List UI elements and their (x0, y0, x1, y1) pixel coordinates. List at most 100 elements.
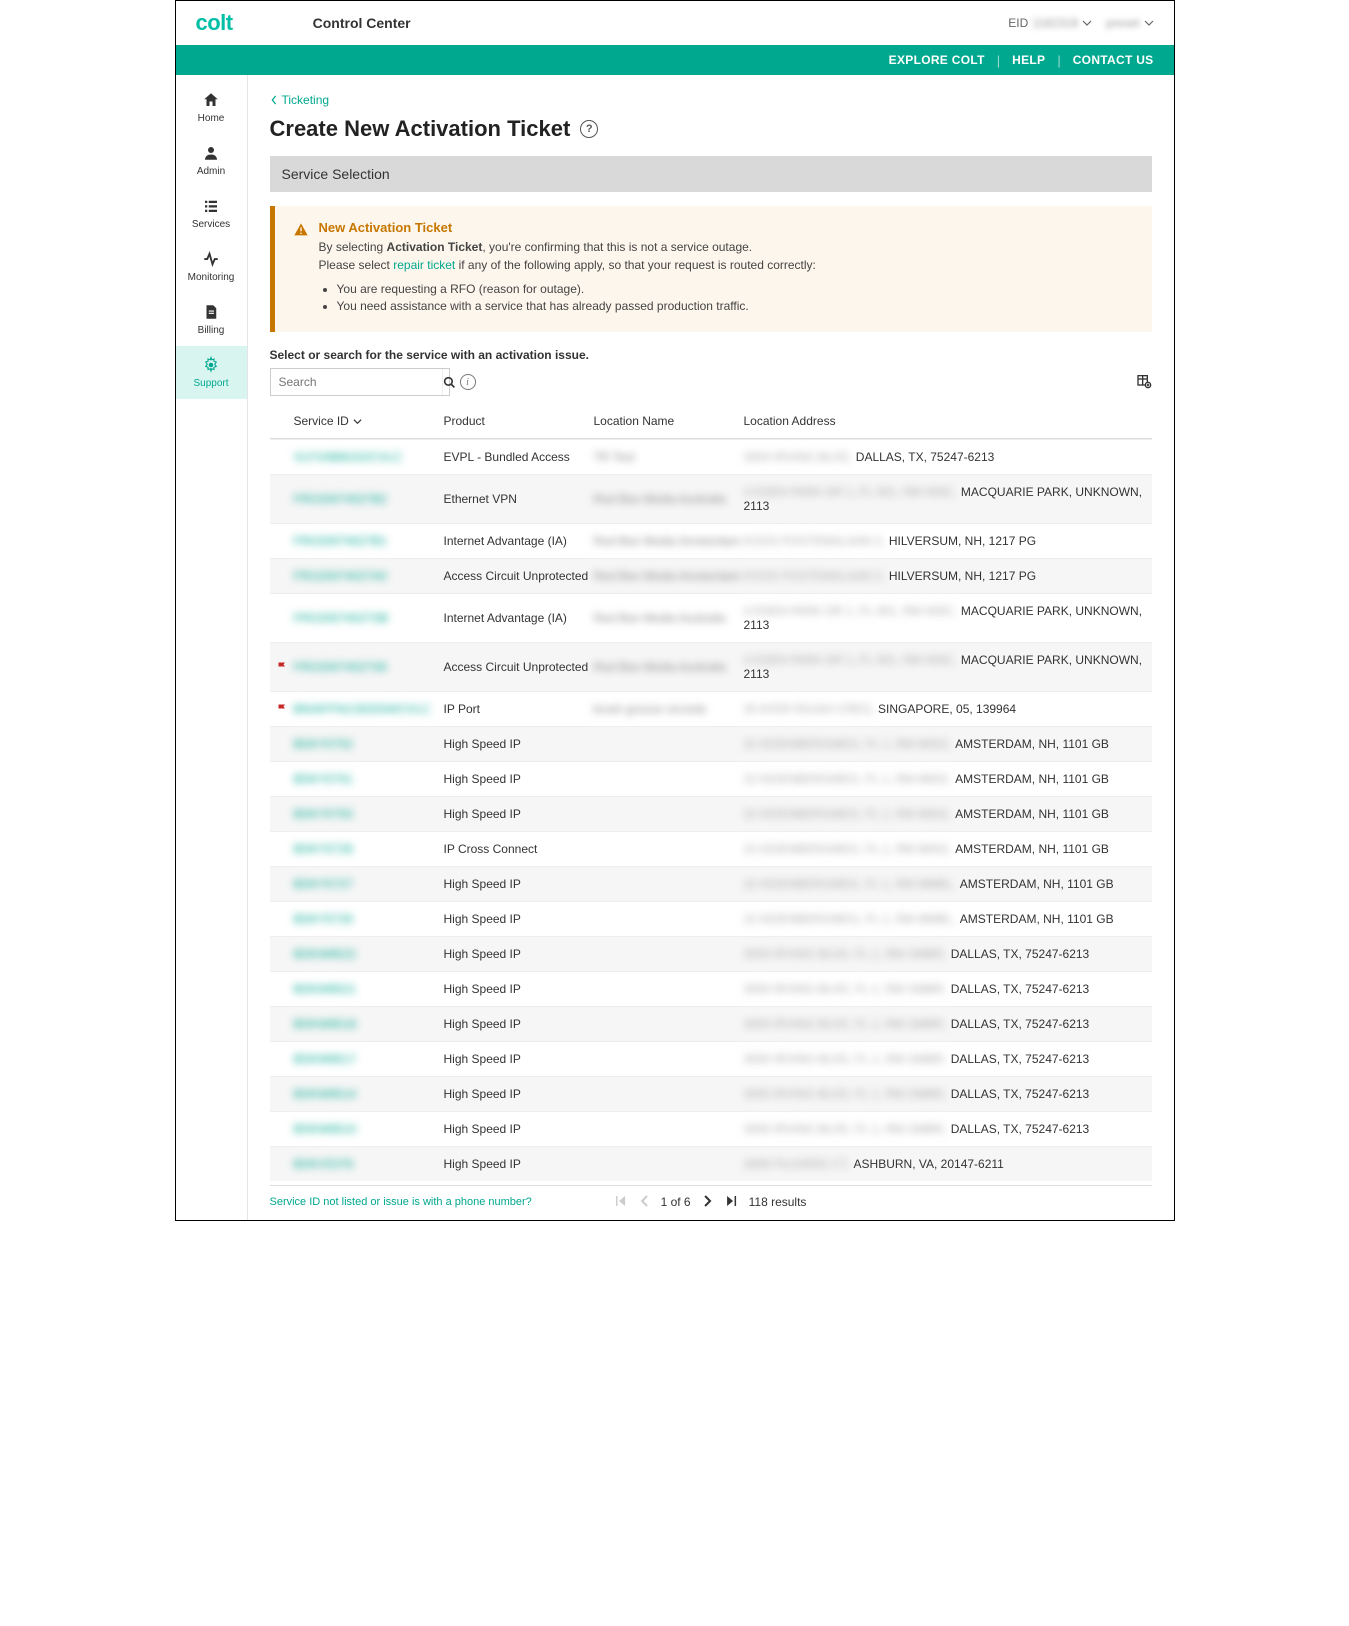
search-input[interactable] (271, 369, 442, 395)
service-id-cell[interactable]: BN/AFFN/1302034/CVLC (294, 702, 444, 716)
table-row[interactable]: VLFX/888102/CVLCEVPL - Bundled AccessTR … (270, 439, 1152, 474)
sidebar-item-label: Support (193, 378, 228, 389)
alert-bullets: You are requesting a RFO (reason for out… (337, 282, 1134, 313)
pager: 1 of 6 118 results (615, 1195, 807, 1210)
last-page-icon (725, 1195, 737, 1207)
pager-next[interactable] (703, 1195, 713, 1210)
flag-cell (270, 661, 294, 673)
service-id-cell[interactable]: BDKY5726 (294, 912, 444, 926)
service-id-cell[interactable]: VLFX/888102/CVLC (294, 450, 444, 464)
eid-selector[interactable]: EID 1182318 (1008, 16, 1092, 30)
pager-last[interactable] (725, 1195, 737, 1210)
nav-help[interactable]: HELP (1012, 53, 1045, 67)
table-row[interactable]: BDKY5752High Speed IP22 KEIENBERGWEG, FL… (270, 726, 1152, 761)
service-id-cell[interactable]: BDKW8514 (294, 1087, 444, 1101)
table-row[interactable]: BN/AFFN/1302034/CVLCIP Portkrush groove … (270, 691, 1152, 726)
service-id-cell[interactable]: FRO20074027A0 (294, 569, 444, 583)
sidebar-item-label: Services (192, 219, 230, 230)
location-address-cell: 22 KEIENBERGWEG, FL 1, RM MMBL,AMSTERDAM… (744, 877, 1152, 891)
table-row[interactable]: BDKY5726High Speed IP22 KEIENBERGWEG, FL… (270, 901, 1152, 936)
sidebar-item-services[interactable]: Services (176, 187, 247, 240)
gear-icon (202, 356, 220, 374)
pager-info: 1 of 6 (661, 1195, 691, 1209)
user-icon (202, 144, 220, 162)
nav-explore[interactable]: EXPLORE COLT (889, 53, 985, 67)
pager-results: 118 results (749, 1195, 807, 1209)
secondary-nav: EXPLORE COLT | HELP | CONTACT US (176, 45, 1174, 75)
product-cell: High Speed IP (444, 737, 594, 751)
table-row[interactable]: FRO20074027A0Access Circuit UnprotectedR… (270, 558, 1152, 593)
table-row[interactable]: BDKY5727High Speed IP22 KEIENBERGWEG, FL… (270, 866, 1152, 901)
service-id-cell[interactable]: FRO20074027SB (294, 611, 444, 625)
table-row[interactable]: FRO20074027SBInternet Advantage (IA)Red … (270, 593, 1152, 642)
service-id-cell[interactable]: FRO20074027S6 (294, 660, 444, 674)
table-row[interactable]: BDKY5728IP Cross Connect22 KEIENBERGWEG,… (270, 831, 1152, 866)
service-id-cell[interactable]: FRO20074027B2 (294, 492, 444, 506)
table-row[interactable]: BDKW8521High Speed IP3000 IRVING BLVD, F… (270, 971, 1152, 1006)
table-row[interactable]: BDKW8517High Speed IP3000 IRVING BLVD, F… (270, 1041, 1152, 1076)
product-cell: High Speed IP (444, 947, 594, 961)
product-cell: EVPL - Bundled Access (444, 450, 594, 464)
table-row[interactable]: BDKW8514High Speed IP3000 IRVING BLVD, F… (270, 1076, 1152, 1111)
col-location-name[interactable]: Location Name (594, 414, 744, 428)
table-row[interactable]: BDKW8518High Speed IP3000 IRVING BLVD, F… (270, 1006, 1152, 1041)
flag-cell (270, 703, 294, 715)
sidebar-item-home[interactable]: Home (176, 81, 247, 134)
col-location-address[interactable]: Location Address (744, 414, 1152, 428)
pager-first[interactable] (615, 1195, 627, 1210)
sidebar-item-admin[interactable]: Admin (176, 134, 247, 187)
first-page-icon (615, 1195, 627, 1207)
service-id-cell[interactable]: BDKW8521 (294, 982, 444, 996)
repair-ticket-link[interactable]: repair ticket (393, 258, 455, 272)
service-id-cell[interactable]: BDKV5378 (294, 1157, 444, 1171)
pager-prev[interactable] (639, 1195, 649, 1210)
table-row[interactable]: FRO20074027B1Internet Advantage (IA)Red … (270, 523, 1152, 558)
chevron-down-icon (1144, 18, 1154, 28)
table-row[interactable]: BDKW8522High Speed IP 3000 IRVING BLVD, F… (270, 936, 1152, 971)
service-id-cell[interactable]: BDKY5752 (294, 737, 444, 751)
service-id-cell[interactable]: BDKY5750 (294, 807, 444, 821)
list-icon (202, 197, 220, 215)
logo: colt (196, 10, 233, 36)
nav-contact[interactable]: CONTACT US (1073, 53, 1154, 67)
info-icon[interactable]: i (460, 374, 476, 390)
service-id-cell[interactable]: BDKW8522 (294, 947, 444, 961)
service-id-cell[interactable]: BDKY5751 (294, 772, 444, 786)
product-cell: High Speed IP (444, 1052, 594, 1066)
service-id-cell[interactable]: BDKW8517 (294, 1052, 444, 1066)
table-row[interactable]: BDKW8510High Speed IP3000 IRVING BLVD, F… (270, 1111, 1152, 1146)
breadcrumb-label: Ticketing (282, 93, 330, 107)
service-id-cell[interactable]: BDKW8518 (294, 1017, 444, 1031)
services-table: Service ID Product Location Name Locatio… (270, 404, 1152, 1181)
table-row[interactable]: BDKV5378High Speed IP2809 FILIGREE CT,AS… (270, 1146, 1152, 1181)
product-cell: IP Cross Connect (444, 842, 594, 856)
service-id-cell[interactable]: FRO20074027B1 (294, 534, 444, 548)
service-id-cell[interactable]: BDKW8510 (294, 1122, 444, 1136)
service-id-cell[interactable]: BDKY5727 (294, 877, 444, 891)
location-name-cell: Red Bee Media Australia (594, 492, 744, 506)
col-service-id[interactable]: Service ID (294, 414, 444, 428)
table-row[interactable]: BDKY5750High Speed IP22 KEIENBERGWEG, FL… (270, 796, 1152, 831)
column-settings-button[interactable] (1136, 373, 1152, 392)
sidebar-item-monitoring[interactable]: Monitoring (176, 240, 247, 293)
location-address-cell: 3000 IRVING BLVD, FL 1, RM OMBR,DALLAS, … (744, 982, 1152, 996)
location-address-cell: 3000 IRVING BLVD, FL 1, RM OMBR,DALLAS, … (744, 1017, 1152, 1031)
service-not-listed-link[interactable]: Service ID not listed or issue is with a… (270, 1196, 532, 1208)
search-label: Select or search for the service with an… (270, 348, 1152, 362)
sidebar-item-support[interactable]: Support (176, 346, 247, 399)
breadcrumb[interactable]: Ticketing (270, 93, 330, 107)
col-product[interactable]: Product (444, 414, 594, 428)
search-button[interactable] (442, 369, 456, 395)
location-address-cell: 22 KEIENBERGWEG, FL 1, RM M002,AMSTERDAM… (744, 772, 1152, 786)
table-row[interactable]: FRO20074027B2Ethernet VPNRed Bee Media A… (270, 474, 1152, 523)
table-row[interactable]: BDKY5751High Speed IP22 KEIENBERGWEG, FL… (270, 761, 1152, 796)
sidebar-item-billing[interactable]: Billing (176, 293, 247, 346)
service-id-cell[interactable]: BDKY5728 (294, 842, 444, 856)
alert-bullet: You need assistance with a service that … (337, 299, 1134, 313)
user-selector[interactable]: preset (1106, 16, 1153, 30)
table-row[interactable]: FRO20074027S6Access Circuit UnprotectedR… (270, 642, 1152, 691)
activity-icon (202, 250, 220, 268)
location-address-cell: 3000 IRVING BLVD, FL 1, RM OMBR,DALLAS, … (744, 947, 1152, 961)
alert-line2: Please select repair ticket if any of th… (319, 256, 816, 274)
help-icon[interactable]: ? (580, 120, 598, 138)
